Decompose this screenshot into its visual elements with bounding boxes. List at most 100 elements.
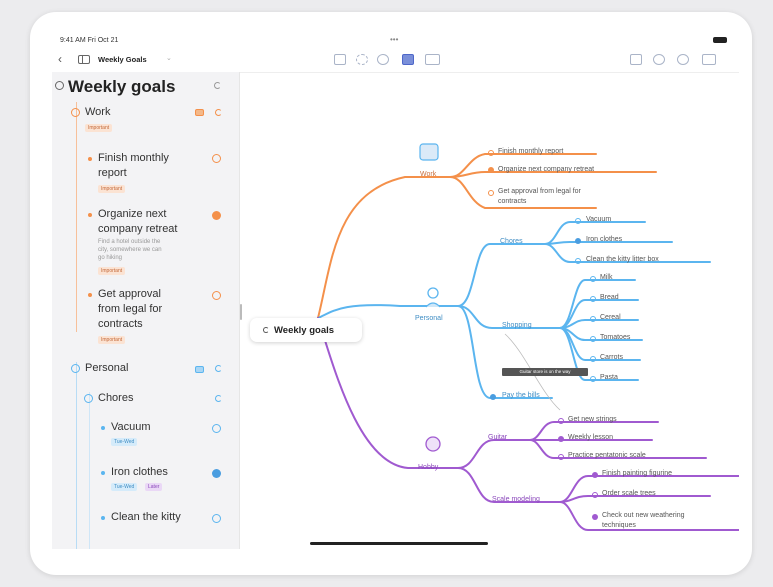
- checkbox-checked[interactable]: [212, 211, 221, 220]
- outline-item-label-3[interactable]: contracts: [98, 318, 143, 330]
- checkbox-checked[interactable]: [592, 472, 598, 478]
- outline-work[interactable]: Work: [85, 106, 110, 118]
- status-bar: 9:41 AM Fri Oct 21 •••: [52, 34, 739, 48]
- map-item[interactable]: Organize next company retreat: [498, 166, 594, 173]
- checkbox-unchecked[interactable]: [212, 514, 221, 523]
- checkbox-unchecked[interactable]: [575, 218, 581, 224]
- checkbox-unchecked[interactable]: [590, 356, 596, 362]
- map-item[interactable]: Milk: [600, 274, 612, 281]
- map-item[interactable]: Check out new weathering: [602, 512, 685, 519]
- chores-collapse-icon[interactable]: [84, 394, 93, 403]
- multitask-dots[interactable]: •••: [390, 35, 398, 44]
- map-item[interactable]: Clean the kitty litter box: [586, 256, 659, 263]
- work-topic[interactable]: Work: [420, 171, 436, 178]
- personal-topic-icon: [427, 287, 439, 299]
- checkbox-checked[interactable]: [490, 394, 496, 400]
- map-item[interactable]: Order scale trees: [602, 490, 656, 497]
- chores-progress-icon: [215, 395, 222, 402]
- checkbox-unchecked[interactable]: [558, 418, 564, 424]
- checkbox-checked[interactable]: [592, 514, 598, 520]
- map-item[interactable]: Finish painting figurine: [602, 470, 672, 477]
- checkbox-checked[interactable]: [488, 167, 494, 173]
- checkbox-unchecked[interactable]: [488, 190, 494, 196]
- collapse-icon[interactable]: [55, 81, 64, 90]
- chores-topic[interactable]: Chores: [500, 238, 523, 245]
- checkbox-unchecked[interactable]: [590, 276, 596, 282]
- outline-personal[interactable]: Personal: [85, 362, 128, 374]
- shopping-topic[interactable]: Shopping: [502, 322, 532, 329]
- checkbox-checked[interactable]: [558, 436, 564, 442]
- home-indicator[interactable]: [310, 542, 488, 545]
- connect-icon[interactable]: [356, 54, 368, 65]
- topic-icon: [195, 366, 204, 373]
- map-item-line-2[interactable]: techniques: [602, 522, 636, 529]
- sidebar-toggle-icon[interactable]: [78, 55, 90, 64]
- outline-title[interactable]: Weekly goals: [68, 77, 175, 97]
- tooltip: Guitar store is on the way: [502, 368, 588, 376]
- hobby-topic[interactable]: Hobby: [418, 464, 438, 471]
- checkbox-unchecked[interactable]: [212, 154, 221, 163]
- map-item[interactable]: Carrots: [600, 354, 623, 361]
- map-item[interactable]: Bread: [600, 294, 619, 301]
- bills-topic[interactable]: Pay the bills: [502, 392, 540, 399]
- map-item[interactable]: Vacuum: [586, 216, 611, 223]
- checkbox-unchecked[interactable]: [590, 296, 596, 302]
- map-item[interactable]: Pasta: [600, 374, 618, 381]
- checkbox-unchecked[interactable]: [590, 336, 596, 342]
- checkbox-unchecked[interactable]: [592, 492, 598, 498]
- map-item[interactable]: Weekly lesson: [568, 434, 613, 441]
- outline-item-label[interactable]: Organize next: [98, 208, 166, 220]
- checkbox-unchecked[interactable]: [488, 150, 494, 156]
- personal-topic[interactable]: Personal: [415, 315, 443, 322]
- title-menu-chevron-icon[interactable]: ⌄: [166, 54, 172, 62]
- tag-important: Important: [98, 336, 126, 344]
- checkbox-unchecked[interactable]: [558, 454, 564, 460]
- layout-icon[interactable]: [425, 54, 440, 65]
- outline-chores[interactable]: Chores: [98, 392, 133, 404]
- outline-item-label-2[interactable]: company retreat: [98, 223, 177, 235]
- checkbox-unchecked[interactable]: [590, 316, 596, 322]
- work-collapse-icon[interactable]: [71, 108, 80, 117]
- root-topic[interactable]: Weekly goals: [250, 318, 362, 342]
- outline-sidebar: Weekly goals Work Important Finish month…: [52, 72, 240, 549]
- bullet-icon: [88, 213, 92, 217]
- outline-item-label[interactable]: Get approval: [98, 288, 161, 300]
- grid-view-icon[interactable]: [630, 54, 642, 65]
- checkbox-checked[interactable]: [212, 469, 221, 478]
- map-item[interactable]: Practice pentatonic scale: [568, 452, 646, 459]
- outline-item-label[interactable]: Vacuum: [111, 421, 151, 433]
- checkbox-unchecked[interactable]: [212, 424, 221, 433]
- map-item-line-2[interactable]: contracts: [498, 198, 526, 205]
- checkbox-checked[interactable]: [575, 238, 581, 244]
- outline-item-label[interactable]: Clean the kitty: [111, 511, 181, 523]
- map-item[interactable]: Finish monthly report: [498, 148, 563, 155]
- guitar-topic[interactable]: Guitar: [488, 434, 507, 441]
- inspector-toggle-icon[interactable]: [702, 54, 716, 65]
- personal-collapse-icon[interactable]: [71, 364, 80, 373]
- tag-important: Important: [98, 267, 126, 275]
- scale-modeling-topic[interactable]: Scale modeling: [492, 496, 540, 503]
- more-icon[interactable]: [677, 54, 689, 65]
- outline-item-label-2[interactable]: report: [98, 167, 127, 179]
- outline-item-label[interactable]: Finish monthly: [98, 152, 169, 164]
- outline-item-label[interactable]: Iron clothes: [111, 466, 168, 478]
- item-note-line: Find a hotel outside the: [98, 239, 161, 245]
- root-progress-icon: [263, 327, 269, 333]
- checkbox-unchecked[interactable]: [212, 291, 221, 300]
- focus-icon[interactable]: [377, 54, 389, 65]
- map-item[interactable]: Get new strings: [568, 416, 617, 423]
- checkbox-unchecked[interactable]: [590, 376, 596, 382]
- map-item[interactable]: Iron clothes: [586, 236, 622, 243]
- map-item[interactable]: Cereal: [600, 314, 621, 321]
- image-icon[interactable]: [402, 54, 414, 65]
- document-title[interactable]: Weekly Goals: [98, 55, 147, 64]
- search-icon[interactable]: [653, 54, 665, 65]
- map-item[interactable]: Get approval from legal for: [498, 188, 581, 195]
- mind-map-canvas[interactable]: Weekly goals Work Finish monthly report …: [240, 72, 739, 549]
- checkbox-unchecked[interactable]: [575, 258, 581, 264]
- personal-guide-line: [76, 362, 77, 549]
- back-button[interactable]: ‹: [58, 52, 62, 66]
- outline-item-label-2[interactable]: from legal for: [98, 303, 162, 315]
- insert-topic-icon[interactable]: [334, 54, 346, 65]
- map-item[interactable]: Tomatoes: [600, 334, 630, 341]
